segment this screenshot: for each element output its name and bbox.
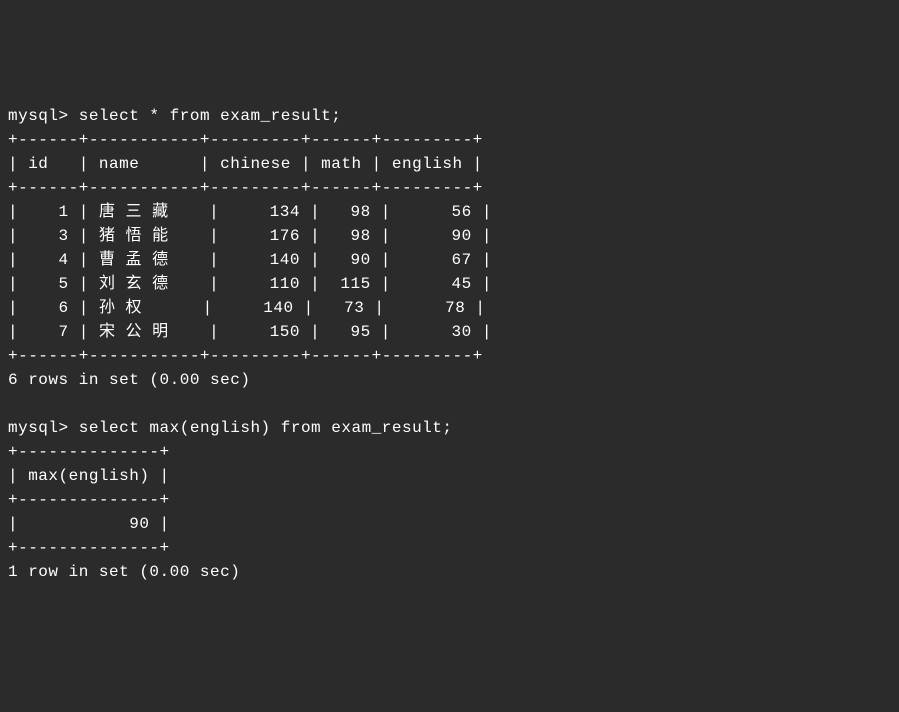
query1-result-msg: 6 rows in set (0.00 sec) bbox=[8, 371, 250, 389]
prompt: mysql> bbox=[8, 419, 69, 437]
table2-sep-mid: +--------------+ bbox=[8, 491, 170, 509]
table1-sep-bot: +------+-----------+---------+------+---… bbox=[8, 347, 483, 365]
query1-command: select * from exam_result; bbox=[79, 107, 342, 125]
table1-header: | id | name | chinese | math | english | bbox=[8, 155, 483, 173]
table1-row-0: | 1 | 唐 三 藏 | 134 | 98 | 56 | bbox=[8, 203, 492, 221]
table2-sep-bot: +--------------+ bbox=[8, 539, 170, 557]
query2-result-msg: 1 row in set (0.00 sec) bbox=[8, 563, 240, 581]
query2-command: select max(english) from exam_result; bbox=[79, 419, 453, 437]
table1-row-5: | 7 | 宋 公 明 | 150 | 95 | 30 | bbox=[8, 323, 492, 341]
table1-row-2: | 4 | 曹 孟 德 | 140 | 90 | 67 | bbox=[8, 251, 492, 269]
table1-sep-mid: +------+-----------+---------+------+---… bbox=[8, 179, 483, 197]
table2-row: | 90 | bbox=[8, 515, 170, 533]
table1-row-4: | 6 | 孙 权 | 140 | 73 | 78 | bbox=[8, 299, 486, 317]
table1-row-3: | 5 | 刘 玄 德 | 110 | 115 | 45 | bbox=[8, 275, 492, 293]
table1-sep-top: +------+-----------+---------+------+---… bbox=[8, 131, 483, 149]
table2-sep-top: +--------------+ bbox=[8, 443, 170, 461]
table2-header: | max(english) | bbox=[8, 467, 170, 485]
terminal-output: mysql> select * from exam_result; +-----… bbox=[8, 104, 891, 584]
table1-row-1: | 3 | 猪 悟 能 | 176 | 98 | 90 | bbox=[8, 227, 492, 245]
prompt: mysql> bbox=[8, 107, 69, 125]
